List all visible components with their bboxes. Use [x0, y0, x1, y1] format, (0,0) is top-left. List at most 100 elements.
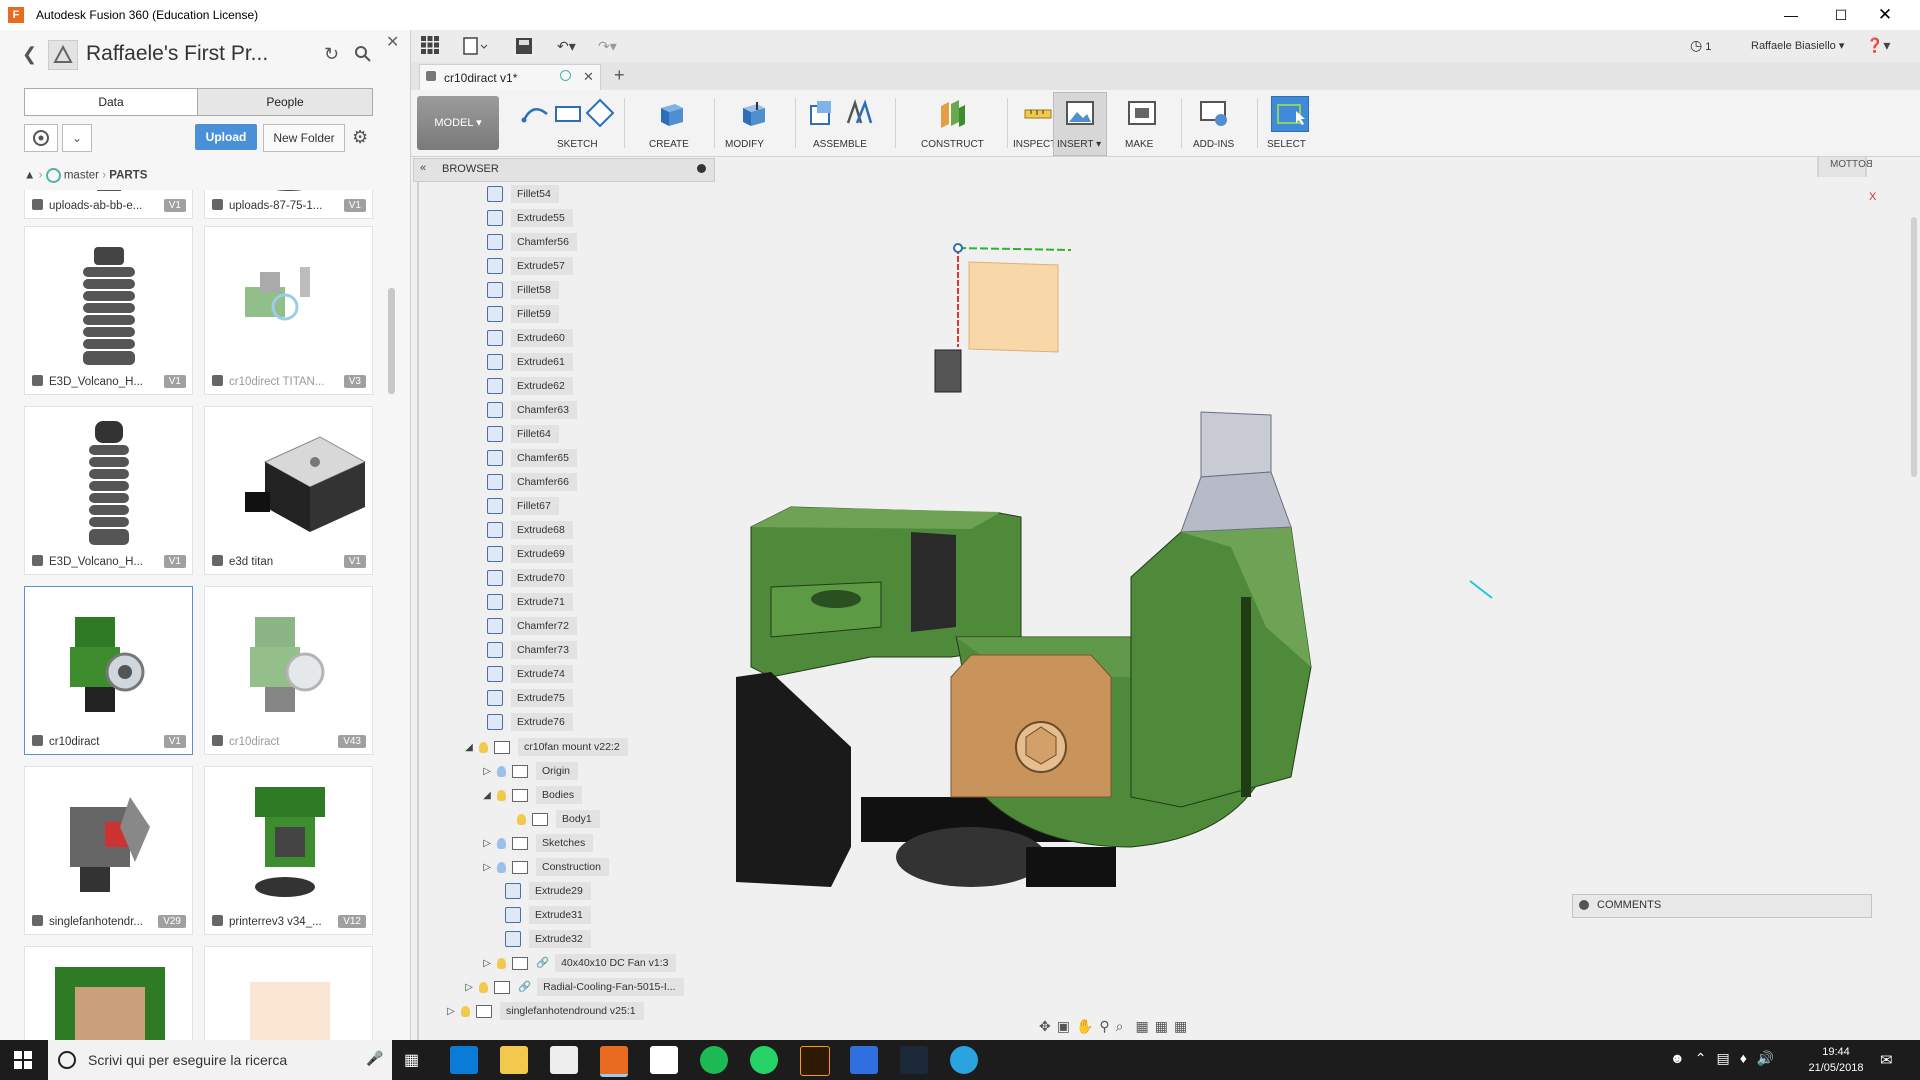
file-item-selected[interactable]: cr10diract V1: [24, 586, 193, 755]
create-group[interactable]: CREATE: [649, 90, 699, 156]
file-menu-icon[interactable]: [463, 37, 489, 58]
3d-viewport[interactable]: « BROWSER Fillet54 Extrude55 Chamfer56 Extr…: [411, 157, 1920, 1040]
file-item[interactable]: singlefanhotendr... V29: [24, 766, 193, 935]
offset-plane-icon[interactable]: [937, 98, 967, 128]
extrude-icon[interactable]: [657, 98, 687, 128]
file-explorer-icon[interactable]: [500, 1046, 528, 1074]
press-pull-icon[interactable]: [739, 98, 769, 128]
network-icon[interactable]: ▤: [1716, 1050, 1739, 1066]
file-item[interactable]: E3D_Volcano_H... V1: [24, 406, 193, 575]
microphone-icon[interactable]: 🎤: [366, 1050, 383, 1067]
viewcube[interactable]: BOTTOM Z X: [1786, 157, 1876, 203]
create-sketch-icon[interactable]: [521, 98, 551, 128]
look-at-icon[interactable]: ▣: [1057, 1018, 1076, 1034]
store-app-icon[interactable]: [450, 1046, 478, 1074]
notification-center-icon[interactable]: ✉: [1880, 1051, 1893, 1069]
select-menu-label[interactable]: SELECT: [1267, 139, 1306, 150]
sketch-menu-label[interactable]: SKETCH: [557, 139, 598, 150]
grid-settings-icon[interactable]: ▦: [1155, 1018, 1174, 1034]
viewports-icon[interactable]: ▦: [1174, 1018, 1193, 1034]
task-view-icon[interactable]: ▦: [404, 1050, 419, 1070]
illustrator-icon[interactable]: [800, 1046, 830, 1076]
assemble-menu-label[interactable]: ASSEMBLE: [813, 139, 867, 150]
grid-apps-icon[interactable]: [421, 36, 439, 57]
addins-menu-label[interactable]: ADD-INS: [1193, 139, 1234, 150]
dropbox-icon[interactable]: ♦: [1740, 1050, 1757, 1066]
windows-start-icon[interactable]: [14, 1051, 32, 1072]
redo-icon[interactable]: ↷▾: [598, 38, 617, 55]
rectangle-icon[interactable]: [553, 98, 583, 128]
sticky-notes-icon[interactable]: [650, 1046, 678, 1074]
new-component-icon[interactable]: [807, 98, 837, 128]
file-item[interactable]: uploads-ab-bb-e... V1: [24, 190, 193, 219]
microsoft-store-icon[interactable]: [550, 1046, 578, 1074]
addins-group[interactable]: ADD-INS: [1183, 90, 1253, 156]
select-tool-icon[interactable]: [1271, 96, 1309, 132]
display-settings-icon[interactable]: ▦: [1136, 1018, 1155, 1034]
construct-menu-label[interactable]: CONSTRUCT: [921, 139, 984, 150]
create-menu-label[interactable]: CREATE: [649, 139, 689, 150]
construct-group[interactable]: CONSTRUCT: [921, 90, 991, 156]
undo-icon[interactable]: ↶▾: [557, 38, 576, 55]
modify-menu-label[interactable]: MODIFY: [725, 139, 764, 150]
file-item[interactable]: e3d titan V1: [204, 406, 373, 575]
comments-panel[interactable]: COMMENTS: [1572, 894, 1872, 918]
comments-expand-icon[interactable]: [1579, 900, 1589, 910]
viewport-scrollbar[interactable]: [1911, 217, 1917, 477]
scripts-icon[interactable]: [1199, 98, 1229, 128]
breadcrumb-branch[interactable]: master: [64, 170, 99, 182]
make-menu-label[interactable]: MAKE: [1125, 139, 1153, 150]
file-item[interactable]: printerrev3 v34_... V12: [204, 766, 373, 935]
new-tab-icon[interactable]: +: [614, 65, 625, 86]
back-arrow-icon[interactable]: ❮: [22, 44, 37, 65]
pan-hand-icon[interactable]: ✋: [1076, 1018, 1099, 1034]
make-group[interactable]: MAKE: [1121, 90, 1171, 156]
diamond-icon[interactable]: [585, 98, 615, 128]
settings-gear-icon[interactable]: ⚙: [352, 127, 368, 148]
whatsapp-icon[interactable]: [750, 1046, 778, 1074]
maximize-button[interactable]: ☐: [1818, 0, 1864, 30]
view-dropdown-icon[interactable]: ⌄: [62, 124, 92, 152]
insert-image-icon[interactable]: [1065, 98, 1095, 128]
tray-up-icon[interactable]: ⌃: [1695, 1050, 1717, 1066]
zoom-icon[interactable]: ⚲: [1099, 1018, 1115, 1034]
modify-group[interactable]: MODIFY: [725, 90, 785, 156]
project-title[interactable]: Raffaele's First Pr...: [86, 42, 306, 66]
fusion360-taskbar-icon[interactable]: [600, 1046, 628, 1077]
joint-icon[interactable]: [843, 98, 873, 128]
assemble-group[interactable]: ASSEMBLE: [803, 90, 883, 156]
downloader-icon[interactable]: [850, 1046, 878, 1074]
file-item[interactable]: cr10diract V43: [204, 586, 373, 755]
steam-icon[interactable]: [900, 1046, 928, 1074]
help-icon[interactable]: ❓▾: [1866, 37, 1890, 54]
job-status[interactable]: ◷ 1: [1690, 37, 1711, 54]
close-button[interactable]: ✕: [1862, 0, 1908, 30]
people-icon[interactable]: ☻: [1670, 1050, 1695, 1066]
volume-icon[interactable]: 🔊: [1757, 1050, 1784, 1066]
spotify-icon[interactable]: [700, 1046, 728, 1074]
tab-data[interactable]: Data: [24, 88, 198, 116]
sketch-group[interactable]: SKETCH: [521, 90, 615, 156]
document-tab[interactable]: cr10diract v1* ✕: [419, 64, 601, 91]
taskbar-search-box[interactable]: Scrivi qui per eseguire la ricerca 🎤: [48, 1040, 392, 1080]
file-item[interactable]: cr10direct TITAN... V3: [204, 226, 373, 395]
new-folder-button[interactable]: New Folder: [263, 124, 345, 152]
minimize-button[interactable]: —: [1768, 0, 1814, 30]
insert-menu-label[interactable]: INSERT ▾: [1057, 139, 1101, 150]
home-icon[interactable]: ▲: [24, 170, 35, 182]
save-icon[interactable]: [515, 37, 533, 58]
select-group[interactable]: SELECT: [1261, 90, 1321, 156]
file-item[interactable]: E3D_Volcano_H... V1: [24, 226, 193, 395]
view-mode-button[interactable]: [24, 124, 58, 152]
breadcrumb-folder[interactable]: PARTS: [109, 170, 147, 182]
insert-group[interactable]: INSERT ▾: [1049, 90, 1109, 156]
refresh-icon[interactable]: ↻: [324, 44, 339, 65]
close-tab-icon[interactable]: ✕: [583, 69, 594, 85]
3d-print-icon[interactable]: [1127, 98, 1157, 128]
search-icon[interactable]: [355, 46, 371, 65]
file-item[interactable]: uploads-87-75-1... V1: [204, 190, 373, 219]
fit-icon[interactable]: ⌕: [1116, 1018, 1130, 1034]
telegram-icon[interactable]: [950, 1046, 978, 1074]
user-menu[interactable]: Raffaele Biasiello ▾: [1751, 39, 1844, 52]
orbit-icon[interactable]: ✥: [1039, 1018, 1057, 1034]
